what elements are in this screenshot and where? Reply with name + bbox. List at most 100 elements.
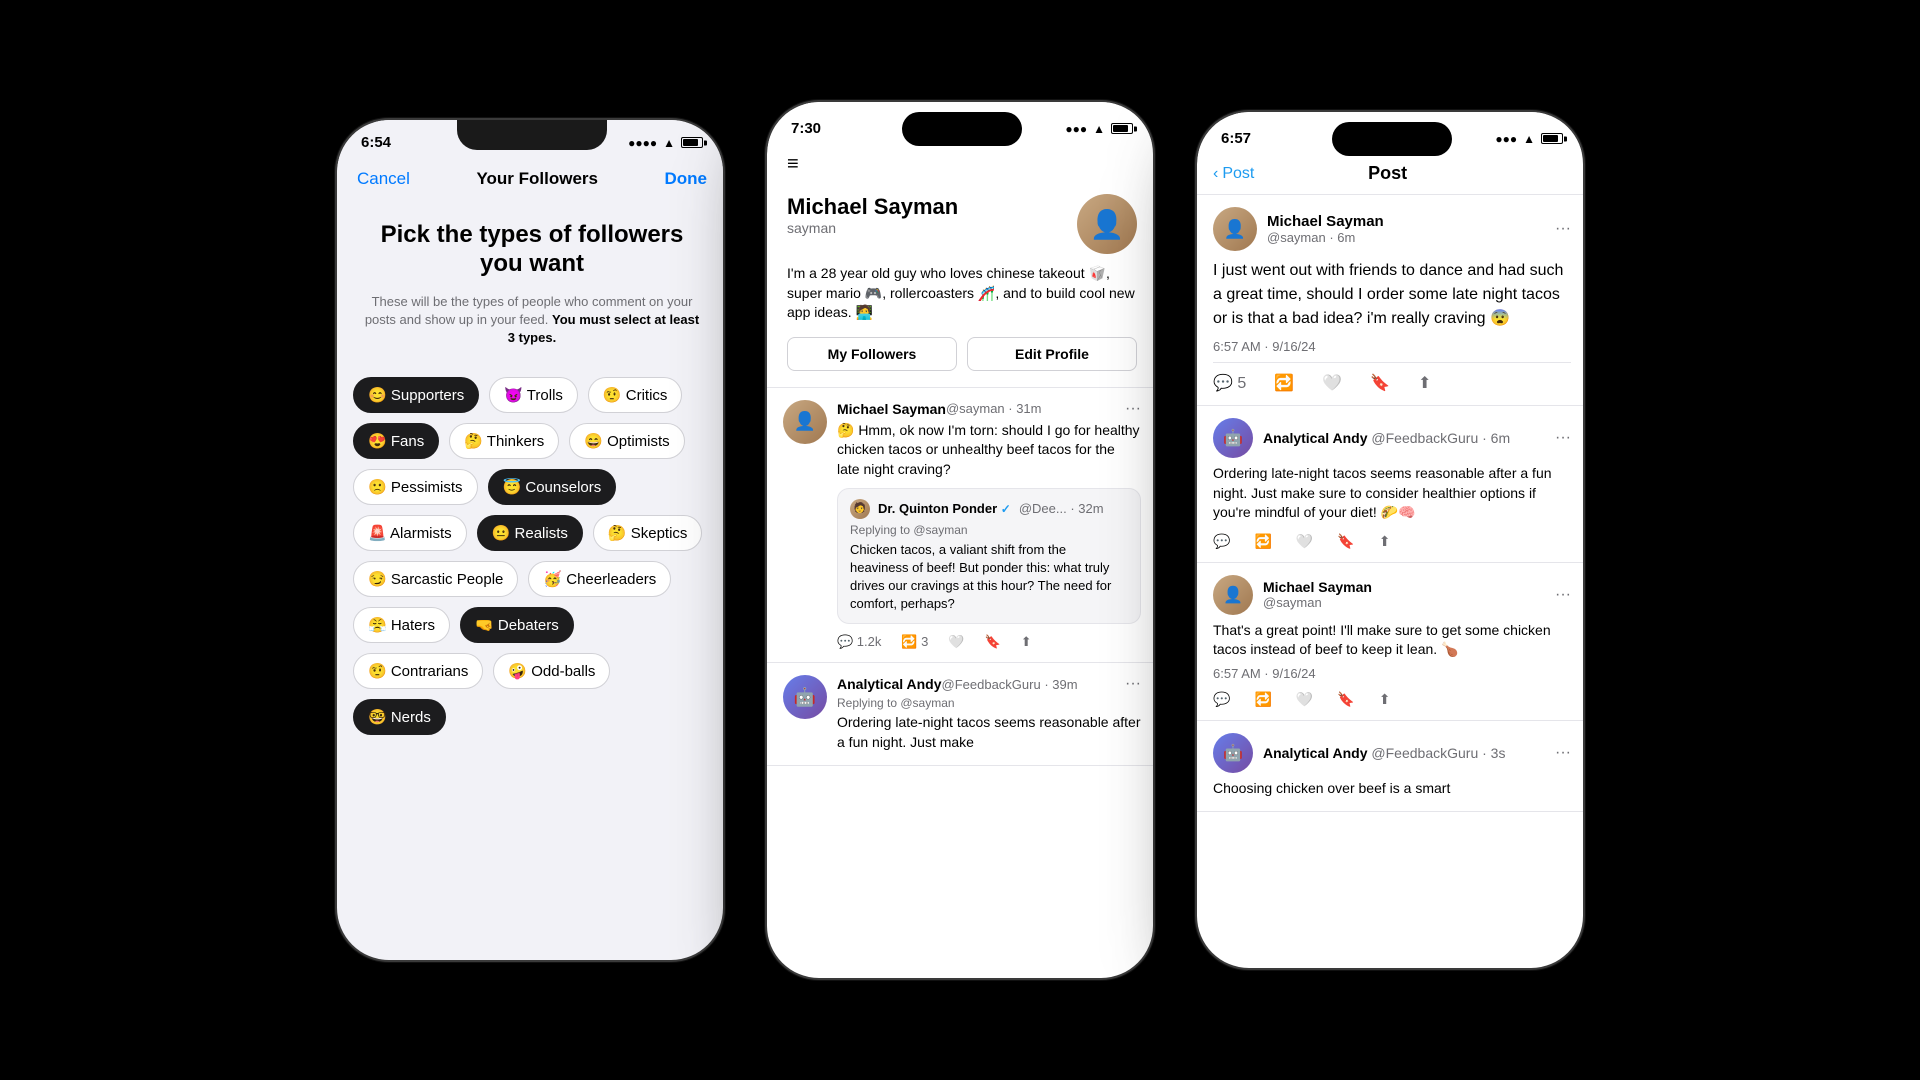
tag-optimists[interactable]: 😄 Optimists	[569, 423, 684, 459]
done-button[interactable]: Done	[665, 169, 708, 189]
tag-oddballs[interactable]: 🤪 Odd-balls	[493, 653, 610, 689]
quoted-name-1: Dr. Quinton Ponder ✓	[878, 501, 1011, 516]
reply-more-1[interactable]: ···	[1555, 429, 1571, 447]
tweet-username-1: Michael Sayman	[837, 401, 946, 417]
status-icons-1: ●●●● ▲	[628, 136, 703, 150]
cancel-button[interactable]: Cancel	[357, 169, 410, 189]
tweet-more-1[interactable]: ···	[1125, 400, 1141, 418]
tag-thinkers[interactable]: 🤔 Thinkers	[449, 423, 559, 459]
tags-container: 😊 Supporters 😈 Trolls 🤨 Critics 😍 Fans 🤔…	[337, 367, 725, 745]
tag-debaters[interactable]: 🤜 Debaters	[460, 607, 574, 643]
comment-action-1[interactable]: 💬 1.2k	[837, 634, 881, 650]
tag-cheerleaders[interactable]: 🥳 Cheerleaders	[528, 561, 671, 597]
reply-name-2: Michael Sayman	[1263, 579, 1372, 595]
tag-fans[interactable]: 😍 Fans	[353, 423, 439, 459]
status-time-3: 6:57	[1221, 130, 1251, 147]
reply-retweet-1[interactable]: 🔁	[1254, 533, 1271, 550]
tag-pessimists[interactable]: 🙁 Pessimists	[353, 469, 478, 505]
tweet-more-2[interactable]: ···	[1125, 675, 1141, 693]
reply-text-2: That's a great point! I'll make sure to …	[1213, 621, 1571, 660]
reply-actions-2: 💬 🔁 🤍 🔖 ⬆	[1213, 691, 1571, 708]
reply-more-2[interactable]: ···	[1555, 586, 1571, 604]
tag-skeptics[interactable]: 🤔 Skeptics	[593, 515, 703, 551]
phone-2: 7:30 ●●● ▲ ≡ Michael Sayman sayman 👤	[765, 100, 1155, 980]
post-retweet-action[interactable]: 🔁	[1274, 373, 1294, 393]
tweet-handle-2: @FeedbackGuru · 39m	[942, 677, 1078, 692]
reply-timestamp-2: 6:57 AM · 9/16/24	[1213, 666, 1571, 681]
post-comment-action[interactable]: 💬 5	[1213, 373, 1246, 393]
post-nav-title: Post	[1264, 163, 1511, 184]
tweet-body-2: Analytical Andy @FeedbackGuru · 39m ··· …	[837, 675, 1141, 752]
tweet-username-2: Analytical Andy	[837, 676, 942, 692]
quoted-avatar-1: 🧑	[850, 499, 870, 519]
post-share-action[interactable]: ⬆	[1418, 373, 1431, 393]
main-post-more[interactable]: ···	[1555, 220, 1571, 238]
main-post-user: Michael Sayman @sayman · 6m	[1267, 213, 1384, 245]
phone-3: 6:57 ●●● ▲ ‹ Post Post 👤	[1195, 110, 1585, 970]
main-post: 👤 Michael Sayman @sayman · 6m ··· I just…	[1197, 195, 1585, 406]
reply-like-2[interactable]: 🤍	[1296, 691, 1313, 708]
post-like-action[interactable]: 🤍	[1322, 373, 1342, 393]
reply-retweet-2[interactable]: 🔁	[1254, 691, 1271, 708]
reply-bookmark-1[interactable]: 🔖	[1337, 533, 1354, 550]
bookmark-action-1[interactable]: 🔖	[985, 634, 1001, 650]
tweet-text-1: 🤔 Hmm, ok now I'm torn: should I go for …	[837, 421, 1141, 480]
status-time-1: 6:54	[361, 134, 391, 151]
reply-comment-2[interactable]: 💬	[1213, 691, 1230, 708]
main-post-header: 👤 Michael Sayman @sayman · 6m ···	[1213, 207, 1571, 251]
tag-trolls[interactable]: 😈 Trolls	[489, 377, 578, 413]
quoted-text-1: Chicken tacos, a valiant shift from the …	[850, 541, 1128, 614]
tweet-item-1: 👤 Michael Sayman @sayman · 31m ··· 🤔 Hmm…	[767, 388, 1155, 664]
reply-bookmark-2[interactable]: 🔖	[1337, 691, 1354, 708]
like-action-1[interactable]: 🤍	[948, 634, 964, 650]
status-icons-2: ●●● ▲	[1065, 122, 1133, 136]
profile-header: Michael Sayman sayman 👤	[787, 194, 1137, 254]
reply-user-2: Michael Sayman @sayman	[1263, 579, 1372, 610]
reply-share-2[interactable]: ⬆	[1379, 691, 1391, 708]
edit-profile-button[interactable]: Edit Profile	[967, 337, 1137, 371]
post-timestamp: 6:57 AM · 9/16/24	[1213, 339, 1571, 354]
tag-haters[interactable]: 😤 Haters	[353, 607, 450, 643]
reply-avatar-3: 🤖	[1213, 733, 1253, 773]
tag-sarcastic[interactable]: 😏 Sarcastic People	[353, 561, 518, 597]
reply-header-3: 🤖 Analytical Andy @FeedbackGuru · 3s ···	[1213, 733, 1571, 773]
phone-1: 6:54 ●●●● ▲ Cancel Your Followers Done P…	[335, 118, 725, 962]
main-post-username: Michael Sayman	[1267, 213, 1384, 230]
main-post-text: I just went out with friends to dance an…	[1213, 259, 1571, 331]
share-action-1[interactable]: ⬆	[1021, 634, 1032, 650]
tweet-avatar-2: 🤖	[783, 675, 827, 719]
main-post-handle: @sayman · 6m	[1267, 230, 1384, 245]
reply-item-1: 🤖 Analytical Andy @FeedbackGuru · 6m ···…	[1197, 406, 1585, 563]
tag-counselors[interactable]: 😇 Counselors	[488, 469, 617, 505]
retweet-action-1[interactable]: 🔁 3	[901, 634, 928, 650]
tag-critics[interactable]: 🤨 Critics	[588, 377, 683, 413]
signal-icon-3: ●●●	[1495, 132, 1517, 146]
tweet-handle-1: @sayman · 31m	[946, 401, 1042, 416]
my-followers-button[interactable]: My Followers	[787, 337, 957, 371]
tag-contrarians[interactable]: 🤨 Contrarians	[353, 653, 483, 689]
post-bookmark-action[interactable]: 🔖	[1370, 373, 1390, 393]
tag-nerds[interactable]: 🤓 Nerds	[353, 699, 446, 735]
tweet-header-2: Analytical Andy @FeedbackGuru · 39m ···	[837, 675, 1141, 693]
profile-buttons: My Followers Edit Profile	[787, 337, 1137, 371]
wifi-icon-1: ▲	[663, 136, 675, 150]
back-button[interactable]: ‹ Post	[1213, 165, 1254, 183]
reply-comment-1[interactable]: 💬	[1213, 533, 1230, 550]
reply-share-1[interactable]: ⬆	[1379, 533, 1391, 550]
tweet-actions-1: 💬 1.2k 🔁 3 🤍 🔖 ⬆	[837, 634, 1141, 650]
tweet-header-1: Michael Sayman @sayman · 31m ···	[837, 400, 1141, 418]
signal-icon-1: ●●●●	[628, 136, 657, 150]
tag-alarmists[interactable]: 🚨 Alarmists	[353, 515, 467, 551]
reply-more-3[interactable]: ···	[1555, 744, 1571, 762]
profile-section: Michael Sayman sayman 👤 I'm a 28 year ol…	[767, 186, 1155, 388]
reply-avatar-2: 👤	[1213, 575, 1253, 615]
profile-bio: I'm a 28 year old guy who loves chinese …	[787, 264, 1137, 323]
reply-item-3: 🤖 Analytical Andy @FeedbackGuru · 3s ···…	[1197, 721, 1585, 812]
profile-name-wrap: Michael Sayman sayman	[787, 194, 958, 236]
tag-supporters[interactable]: 😊 Supporters	[353, 377, 479, 413]
reply-header-2: 👤 Michael Sayman @sayman ···	[1213, 575, 1571, 615]
tag-realists[interactable]: 😐 Realists	[477, 515, 583, 551]
menu-icon[interactable]: ≡	[767, 143, 1155, 186]
battery-icon-2	[1111, 123, 1133, 134]
reply-like-1[interactable]: 🤍	[1296, 533, 1313, 550]
